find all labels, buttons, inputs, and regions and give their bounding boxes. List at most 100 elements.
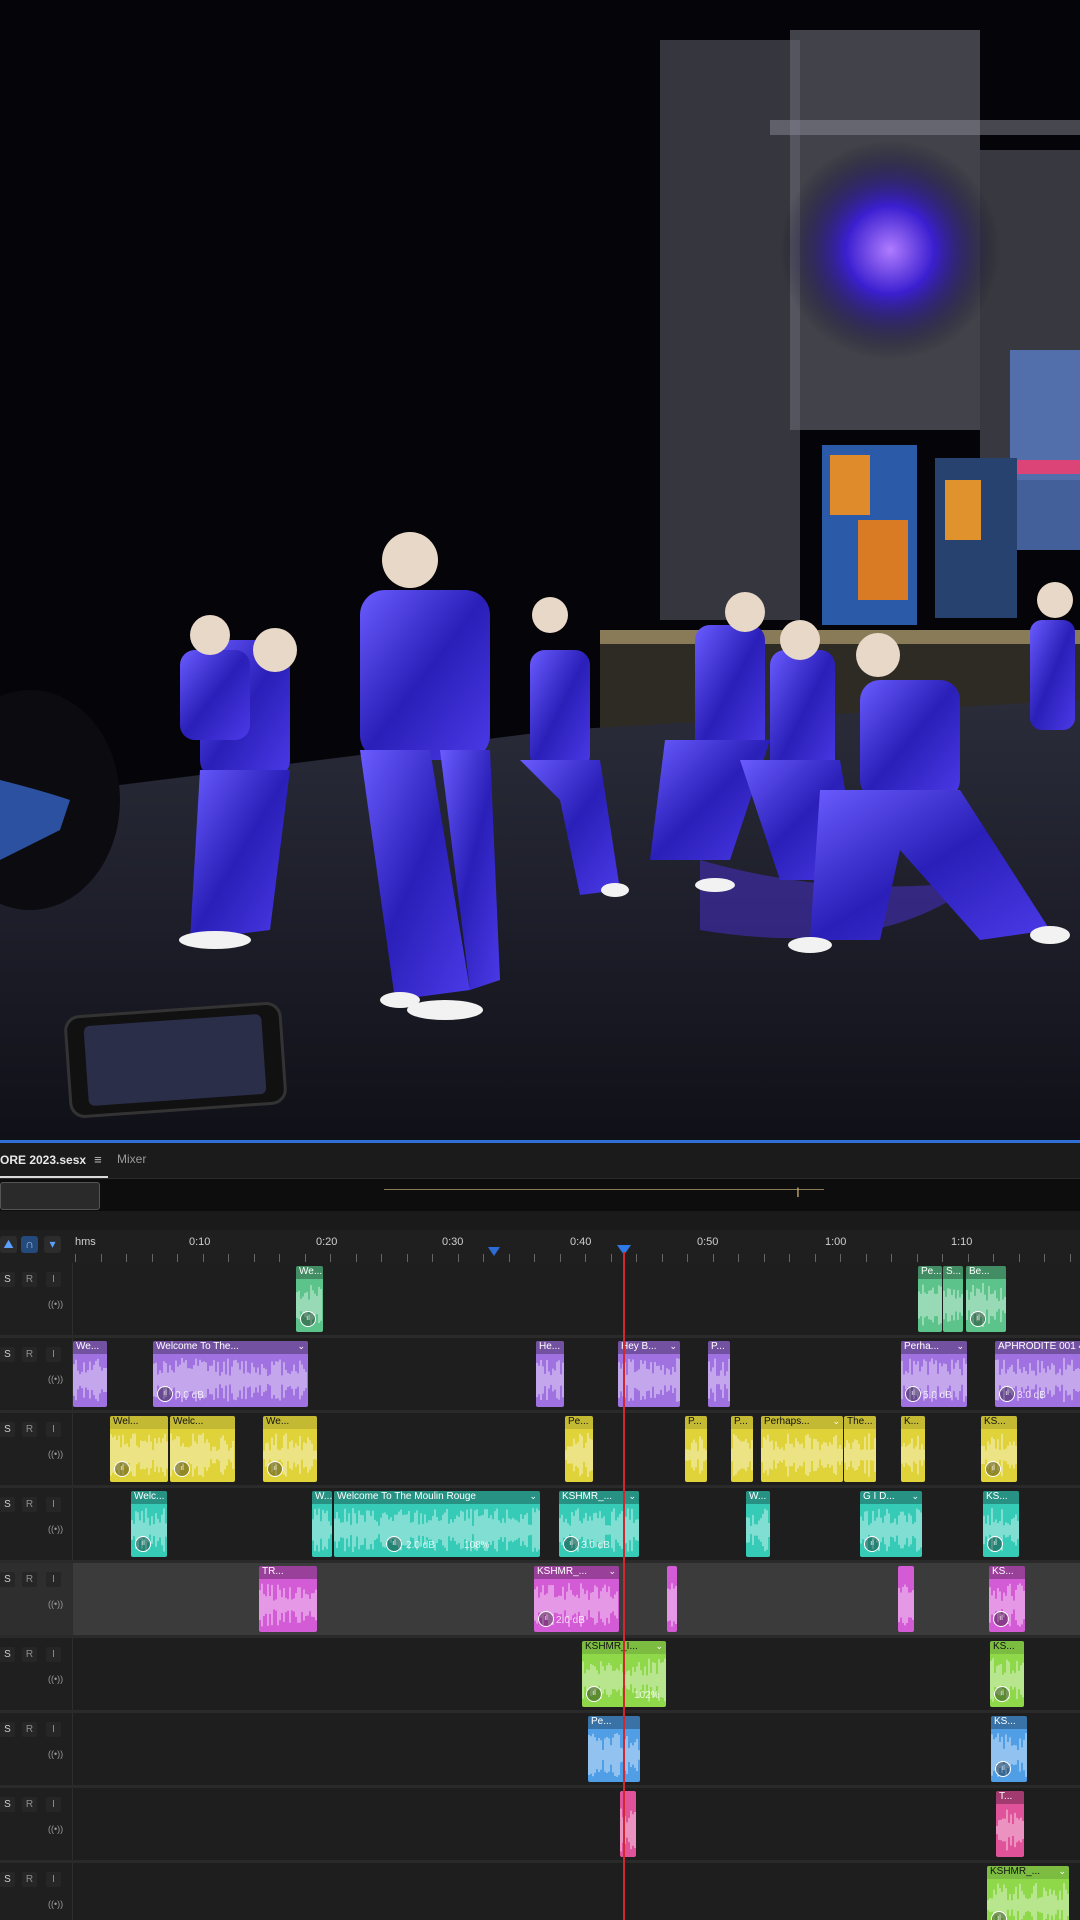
audio-clip[interactable]: KS... ıl	[990, 1641, 1024, 1707]
audio-track[interactable]: S R I ((•)) We... ıl Pe... S... Be... ıl	[0, 1263, 1080, 1338]
audio-clip[interactable]: Welc... ıl	[131, 1491, 167, 1557]
input-monitor-button[interactable]: I	[46, 1647, 61, 1662]
chevron-down-icon[interactable]: ⌄	[832, 1416, 840, 1427]
input-monitor-button[interactable]: I	[46, 1722, 61, 1737]
chevron-down-icon[interactable]: ⌄	[529, 1491, 537, 1502]
clip-volume-icon[interactable]: ıl	[993, 1611, 1009, 1627]
clip-volume-icon[interactable]: ıl	[991, 1911, 1007, 1920]
record-arm-button[interactable]: R	[22, 1347, 37, 1362]
audio-track[interactable]: S R I ((•)) Welc... ıl W... Welcome To T…	[0, 1488, 1080, 1563]
audio-clip[interactable]: KSHMR_... ⌄ ıl	[987, 1866, 1069, 1920]
audio-clip[interactable]: W...	[746, 1491, 770, 1557]
clip-volume-icon[interactable]: ıl	[999, 1386, 1015, 1402]
clip-volume-icon[interactable]: ıl	[538, 1611, 554, 1627]
audio-clip[interactable]: We... ıl	[296, 1266, 323, 1332]
clip-volume-icon[interactable]: ıl	[300, 1311, 316, 1327]
record-arm-button[interactable]: R	[22, 1722, 37, 1737]
audio-clip[interactable]: We... ıl	[263, 1416, 317, 1482]
audio-clip[interactable]: KSHMR_... ⌄ ıl 3.0 dB	[559, 1491, 639, 1557]
audio-clip[interactable]: Pe...	[588, 1716, 640, 1782]
audio-clip[interactable]: KS... ıl	[981, 1416, 1017, 1482]
input-monitor-button[interactable]: I	[46, 1572, 61, 1587]
clip-volume-icon[interactable]: ıl	[114, 1461, 130, 1477]
clip-volume-icon[interactable]: ıl	[586, 1686, 602, 1702]
session-overview[interactable]: I	[0, 1179, 1080, 1211]
audio-clip[interactable]: KS... ıl	[991, 1716, 1027, 1782]
input-monitor-button[interactable]: I	[46, 1497, 61, 1512]
audio-clip[interactable]: P...	[685, 1416, 707, 1482]
audio-clip[interactable]: Perha... ⌄ ıl 5.0 dB	[901, 1341, 967, 1407]
solo-button[interactable]: S	[0, 1272, 15, 1287]
record-arm-button[interactable]: R	[22, 1872, 37, 1887]
clip-volume-icon[interactable]: ıl	[987, 1536, 1003, 1552]
input-monitor-button[interactable]: I	[46, 1422, 61, 1437]
audio-track-selected[interactable]: S R I ((•)) TR... KSHMR_... ⌄ ıl 2.0 dB	[0, 1563, 1080, 1638]
audio-clip[interactable]	[667, 1566, 677, 1632]
chevron-down-icon[interactable]: ⌄	[956, 1341, 964, 1352]
clip-volume-icon[interactable]: ıl	[174, 1461, 190, 1477]
solo-button[interactable]: S	[0, 1797, 15, 1812]
chevron-down-icon[interactable]: ⌄	[655, 1641, 663, 1652]
clip-volume-icon[interactable]: ıl	[994, 1686, 1010, 1702]
record-arm-button[interactable]: R	[22, 1272, 37, 1287]
solo-button[interactable]: S	[0, 1722, 15, 1737]
chevron-down-icon[interactable]: ⌄	[1058, 1866, 1066, 1877]
input-monitor-button[interactable]: I	[46, 1797, 61, 1812]
chevron-down-icon[interactable]: ⌄	[628, 1491, 636, 1502]
audio-clip[interactable]: KS... ıl	[983, 1491, 1019, 1557]
clip-volume-icon[interactable]: ıl	[135, 1536, 151, 1552]
track-lane[interactable]: Wel... ıl Welc... ıl We... ıl Pe... P...	[73, 1413, 1080, 1485]
audio-clip[interactable]: KSHMR_... ⌄ ıl 2.0 dB	[534, 1566, 619, 1632]
audio-clip[interactable]: Pe...	[918, 1266, 942, 1332]
audio-clip[interactable]: G I D... ⌄ ıl	[860, 1491, 922, 1557]
clip-volume-icon[interactable]: ıl	[563, 1536, 579, 1552]
audio-clip[interactable]	[898, 1566, 914, 1632]
track-lane[interactable]: KSHMR_... ⌄ ıl	[73, 1863, 1080, 1920]
audio-track[interactable]: S R I ((•)) KSHMR_... ⌄ ıl	[0, 1863, 1080, 1920]
audio-clip[interactable]: Wel... ıl	[110, 1416, 168, 1482]
marker-icon[interactable]: ▾	[44, 1236, 61, 1253]
audio-track[interactable]: S R I ((•)) KSHMR_I... ⌄ ıl 102% KS... ı…	[0, 1638, 1080, 1713]
chevron-down-icon[interactable]: ⌄	[911, 1491, 919, 1502]
audio-clip[interactable]: Welc... ıl	[170, 1416, 235, 1482]
audio-clip[interactable]: APHRODITE 001 4 ıl 3.0 dB	[995, 1341, 1080, 1407]
overview-viewport-thumb[interactable]	[0, 1182, 100, 1210]
audio-clip[interactable]: Welcome To The Moulin Rouge ⌄ ıl 2.0 dB …	[334, 1491, 540, 1557]
playhead[interactable]	[623, 1252, 625, 1920]
snap-icon[interactable]: ⛰	[0, 1236, 17, 1253]
track-lane[interactable]: We... Welcome To The... ⌄ ıl 0.0 dB He..…	[73, 1338, 1080, 1410]
input-monitor-button[interactable]: I	[46, 1872, 61, 1887]
audio-clip[interactable]: Pe...	[565, 1416, 593, 1482]
clip-volume-icon[interactable]: ıl	[985, 1461, 1001, 1477]
magnet-icon[interactable]: ∩	[21, 1236, 38, 1253]
audio-clip[interactable]: TR...	[259, 1566, 317, 1632]
clip-volume-icon[interactable]: ıl	[386, 1536, 402, 1552]
audio-clip[interactable]: P...	[708, 1341, 730, 1407]
track-lane[interactable]: KSHMR_I... ⌄ ıl 102% KS... ıl	[73, 1638, 1080, 1710]
clip-volume-icon[interactable]: ıl	[970, 1311, 986, 1327]
chevron-down-icon[interactable]: ⌄	[297, 1341, 305, 1352]
clip-volume-icon[interactable]: ıl	[864, 1536, 880, 1552]
clip-volume-icon[interactable]: ıl	[905, 1386, 921, 1402]
clip-volume-icon[interactable]: ıl	[995, 1761, 1011, 1777]
audio-clip[interactable]: The...	[844, 1416, 876, 1482]
solo-button[interactable]: S	[0, 1422, 15, 1437]
audio-clip[interactable]: S...	[943, 1266, 963, 1332]
input-monitor-button[interactable]: I	[46, 1272, 61, 1287]
audio-track[interactable]: S R I ((•)) Wel... ıl Welc... ıl We... ı…	[0, 1413, 1080, 1488]
record-arm-button[interactable]: R	[22, 1647, 37, 1662]
audio-track[interactable]: S R I ((•)) T...	[0, 1788, 1080, 1863]
tab-mixer[interactable]: Mixer	[117, 1143, 146, 1176]
record-arm-button[interactable]: R	[22, 1797, 37, 1812]
solo-button[interactable]: S	[0, 1647, 15, 1662]
time-ruler[interactable]: ⛰ ∩ ▾ hms 0:10 0:20 0:30 0:40 0:50 1:00 …	[0, 1230, 1080, 1264]
audio-clip[interactable]: Hey B... ⌄	[618, 1341, 680, 1407]
solo-button[interactable]: S	[0, 1572, 15, 1587]
solo-button[interactable]: S	[0, 1347, 15, 1362]
record-arm-button[interactable]: R	[22, 1422, 37, 1437]
audio-clip[interactable]: K...	[901, 1416, 925, 1482]
audio-clip[interactable]: T...	[996, 1791, 1024, 1857]
input-monitor-button[interactable]: I	[46, 1347, 61, 1362]
clip-volume-icon[interactable]: ıl	[157, 1386, 173, 1402]
track-lane[interactable]: Pe... KS... ıl	[73, 1713, 1080, 1785]
